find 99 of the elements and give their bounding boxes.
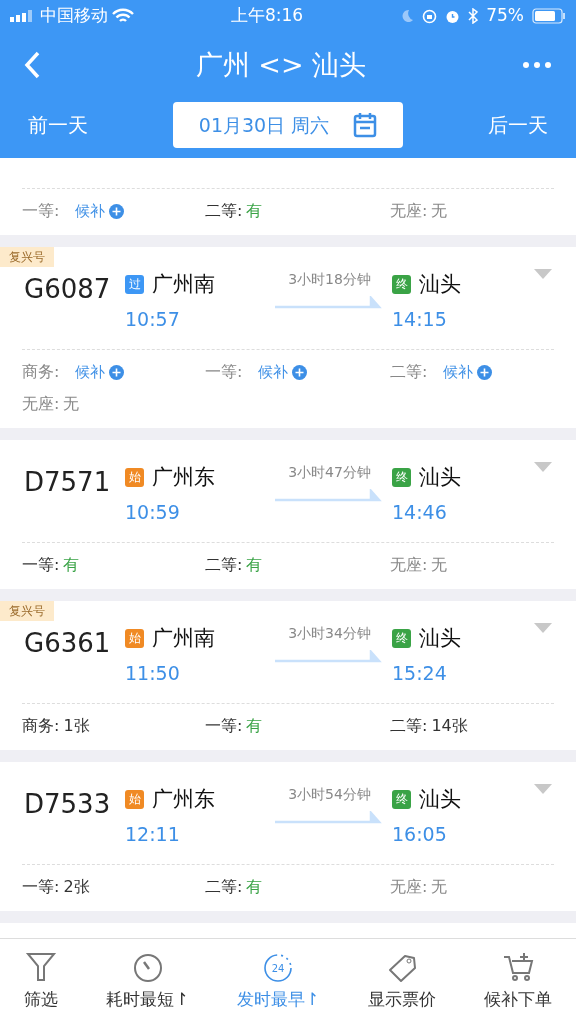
prev-day-link[interactable]: 前一天 (28, 110, 88, 140)
more-icon[interactable] (522, 61, 552, 69)
departure-time: 10:59 (125, 499, 181, 525)
carrier-name: 中国移动 (40, 4, 108, 28)
train-type-badge: 复兴号 (0, 601, 54, 621)
station-name: 广州南 (152, 625, 215, 652)
station-tag: 终 (392, 790, 411, 810)
bluetooth-icon (468, 8, 479, 24)
duration-text: 3小时47分钟 (288, 463, 371, 482)
train-type-badge: 复兴号 (0, 247, 54, 267)
toolbar-tab[interactable]: 耗时最短↾ (106, 950, 189, 1013)
station-tag: 终 (392, 629, 411, 649)
seat-availability: 14张 (431, 715, 468, 737)
date-text: 01月30日 周六 (198, 112, 330, 138)
rotation-lock-icon (422, 8, 438, 24)
toolbar-tab[interactable]: 筛选 (24, 950, 59, 1013)
seat-availability: 无 (431, 554, 448, 576)
station-tag: 过 (125, 275, 144, 295)
page-title: 广州 <> 汕头 (195, 47, 367, 82)
departure-time: 12:11 (125, 821, 181, 847)
station-tag: 始 (125, 468, 144, 488)
calendar-icon (353, 112, 378, 138)
seat-availability: 无 (431, 200, 448, 222)
seat-availability: 1张 (63, 715, 90, 737)
dropdown-caret-icon[interactable] (534, 462, 552, 472)
station-name: 广州东 (152, 464, 215, 491)
station-tag: 终 (392, 468, 411, 488)
station-name: 广州南 (152, 271, 215, 298)
duration-text: 3小时34分钟 (288, 624, 371, 643)
duration-text: 3小时54分钟 (288, 785, 371, 804)
train-number: G6087 (24, 273, 112, 306)
seat-label: 一等: (22, 554, 60, 576)
seat-availability: 有 (246, 876, 263, 898)
departure-time: 10:57 (125, 306, 181, 332)
dropdown-caret-icon[interactable] (534, 784, 552, 794)
station-name: 汕头 (419, 464, 461, 491)
arrival-time: 16:05 (392, 821, 448, 847)
seat-availability: 无 (63, 393, 80, 415)
status-time: 上午8:16 (230, 4, 305, 28)
seat-availability: 有 (246, 715, 263, 737)
seat-label: 商务: (22, 361, 60, 383)
duration-text: 3小时18分钟 (288, 270, 371, 289)
battery-icon (532, 8, 566, 24)
plus-icon (109, 364, 125, 380)
seat-label: 无座: (390, 554, 428, 576)
station-tag: 始 (125, 629, 144, 649)
seat-label: 无座: (390, 876, 428, 898)
arrival-time: 15:24 (392, 660, 448, 686)
toolbar-tab[interactable]: 候补下单 (483, 950, 552, 1013)
waitlist-link[interactable]: 候补 (443, 360, 493, 384)
seat-label: 二等: (390, 361, 428, 383)
wifi-icon (112, 8, 134, 24)
seat-availability: 无 (431, 876, 448, 898)
seat-label: 一等: (205, 715, 243, 737)
station-name: 广州东 (152, 786, 215, 813)
departure-time: 11:50 (125, 660, 181, 686)
battery-percent: 75% (486, 4, 524, 28)
station-name: 汕头 (419, 625, 461, 652)
filter-icon (25, 950, 58, 983)
icon-number: 24 (271, 961, 285, 976)
alarm-icon (445, 8, 461, 24)
station-name: 汕头 (419, 786, 461, 813)
seat-availability: 有 (246, 200, 263, 222)
seat-label: 无座: (22, 393, 60, 415)
plus-icon (477, 364, 493, 380)
plus-icon (292, 364, 308, 380)
moon-icon (400, 9, 415, 23)
seat-availability: 有 (63, 554, 80, 576)
plus-icon (109, 203, 125, 219)
waitlist-link[interactable]: 候补 (75, 199, 125, 223)
next-day-link[interactable]: 后一天 (488, 110, 548, 140)
seat-label: 一等: (22, 876, 60, 898)
seat-label: 二等: (205, 200, 243, 222)
toolbar-tab[interactable]: 显示票价 (367, 950, 436, 1013)
dropdown-caret-icon[interactable] (534, 623, 552, 633)
train-number: G6361 (24, 627, 112, 660)
waitlist-link[interactable]: 候补 (258, 360, 308, 384)
station-tag: 终 (392, 275, 411, 295)
station-name: 汕头 (419, 271, 461, 298)
back-icon[interactable] (24, 51, 40, 79)
seat-availability: 2张 (63, 876, 90, 898)
toolbar-tab[interactable]: 24 发时最早↾ (237, 950, 320, 1013)
train-number: D7533 (24, 788, 112, 821)
seat-label: 无座: (390, 200, 428, 222)
waitlist-link[interactable]: 候补 (75, 360, 125, 384)
cart-icon (501, 950, 534, 983)
seat-label: 二等: (205, 554, 243, 576)
station-tag: 始 (125, 790, 144, 810)
seat-label: 一等: (22, 200, 60, 222)
seat-label: 一等: (205, 361, 243, 383)
date-picker[interactable]: 01月30日 周六 (173, 102, 403, 148)
seat-availability: 有 (246, 554, 263, 576)
dropdown-caret-icon[interactable] (534, 269, 552, 279)
train-number: D7571 (24, 466, 112, 499)
seat-label: 二等: (390, 715, 428, 737)
arrival-time: 14:15 (392, 306, 448, 332)
seat-label: 商务: (22, 715, 60, 737)
arrival-time: 14:46 (392, 499, 448, 525)
seat-label: 二等: (205, 876, 243, 898)
